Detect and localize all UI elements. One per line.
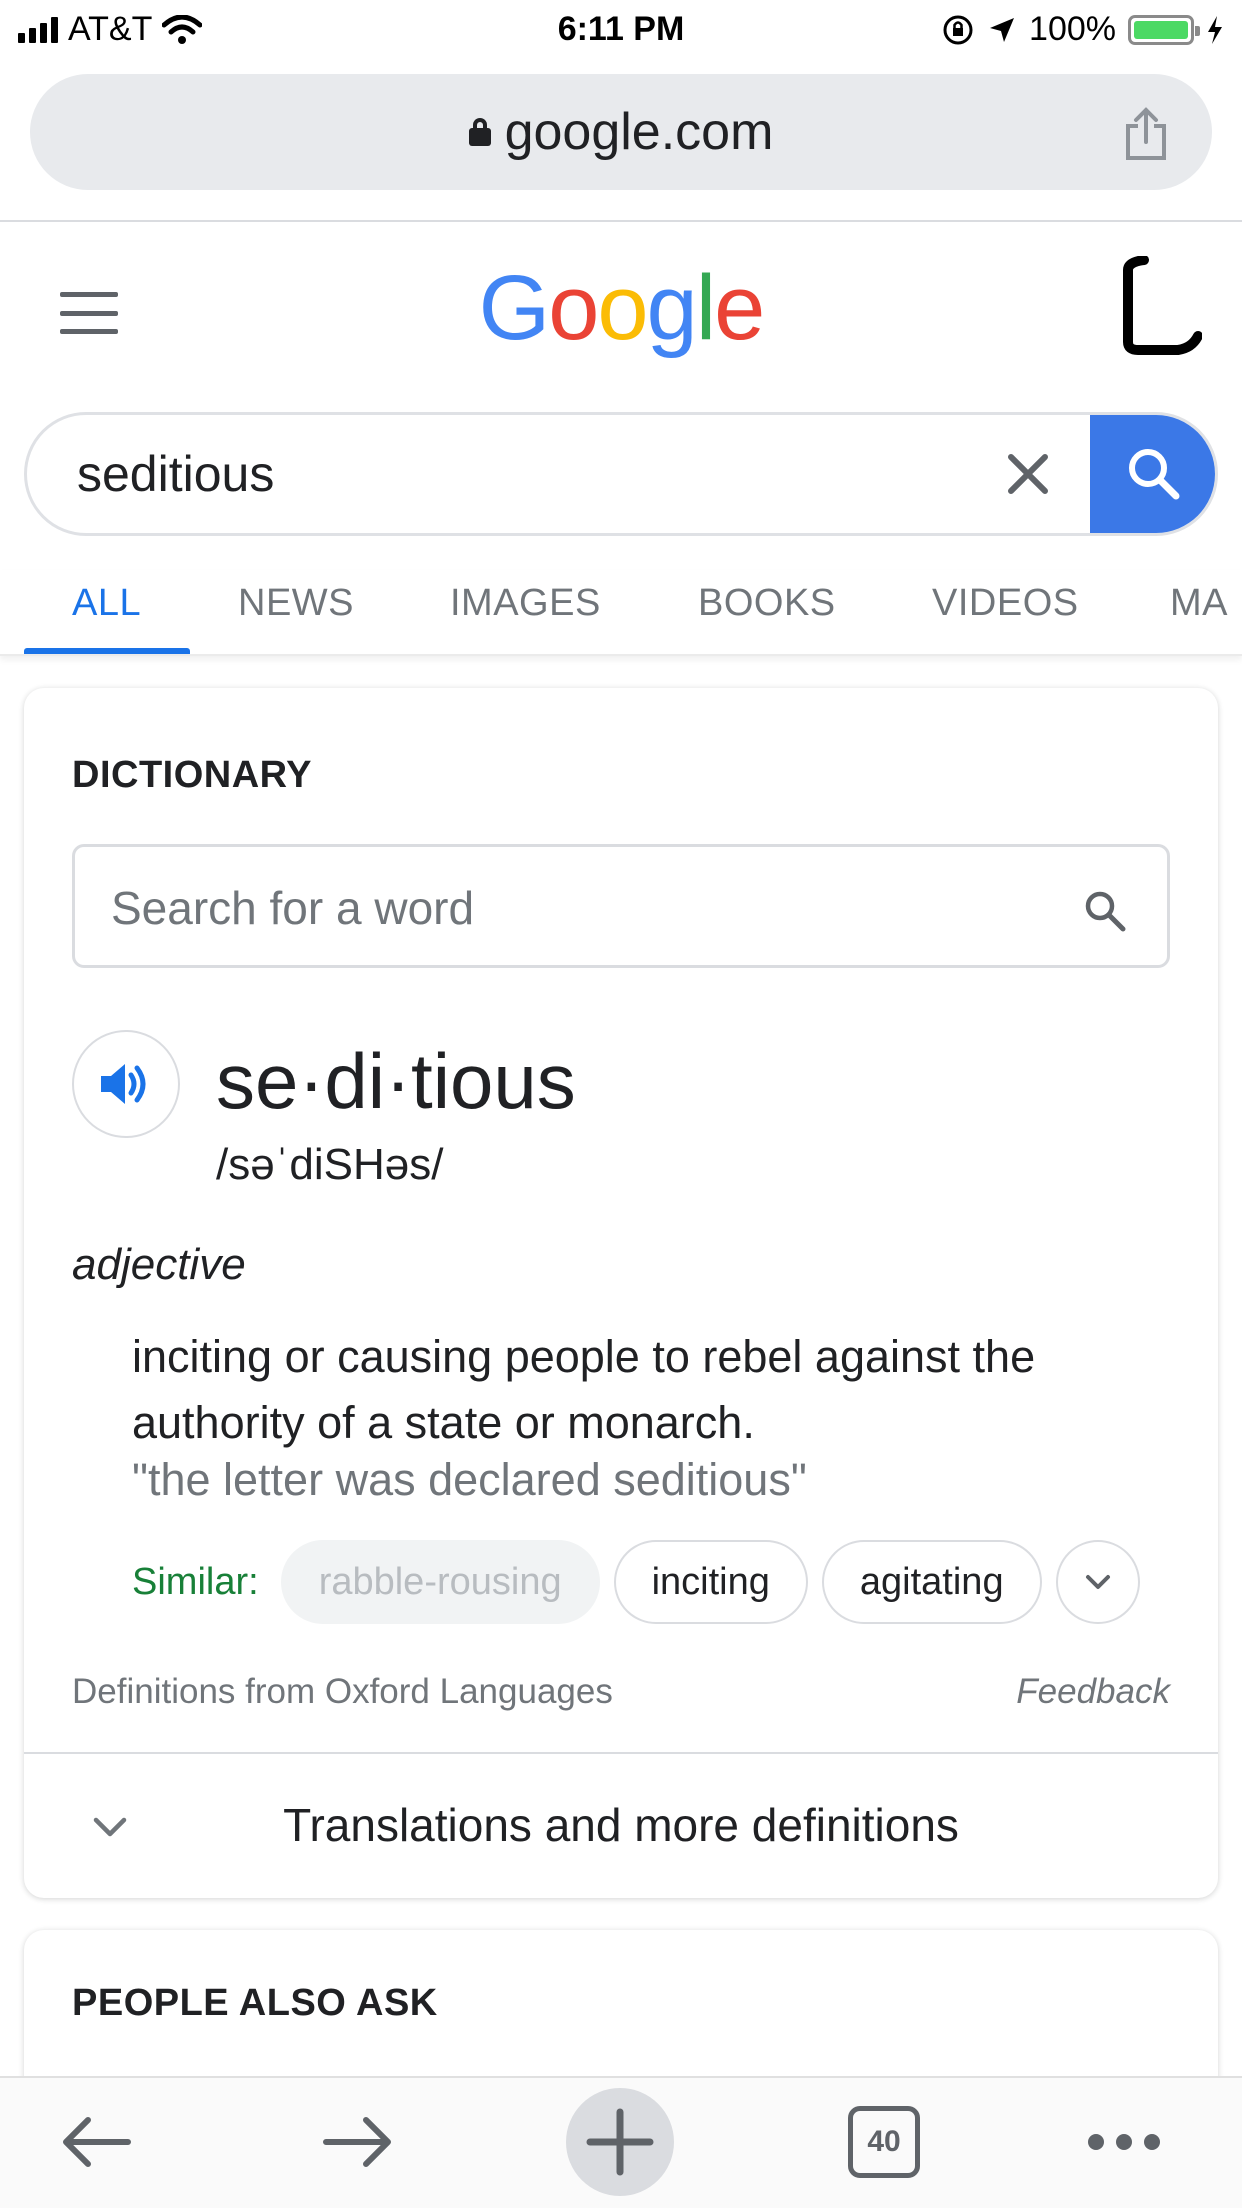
search-tabs: ALL NEWS IMAGES BOOKS VIDEOS MA bbox=[0, 570, 1242, 656]
tab-maps[interactable]: MA bbox=[1170, 582, 1228, 625]
similar-chip-rabble-rousing[interactable]: rabble-rousing bbox=[280, 1540, 600, 1624]
logo-letter-e: e bbox=[714, 257, 765, 359]
headword: se·di·tious bbox=[216, 1037, 576, 1125]
logo-letter-g: G bbox=[478, 257, 551, 359]
translations-label: Translations and more definitions bbox=[283, 1799, 959, 1851]
logo-letter-l: l bbox=[695, 257, 717, 359]
word-search-input[interactable]: Search for a word bbox=[72, 844, 1170, 968]
more-menu-icon bbox=[1088, 2134, 1160, 2150]
browser-address-area: google.com bbox=[0, 62, 1242, 222]
translations-expander[interactable]: Translations and more definitions bbox=[24, 1754, 1218, 1898]
battery-percent: 100% bbox=[1029, 10, 1116, 48]
search-button[interactable] bbox=[1090, 415, 1215, 533]
share-icon[interactable] bbox=[1120, 106, 1172, 162]
tab-news[interactable]: NEWS bbox=[238, 582, 354, 625]
tab-images[interactable]: IMAGES bbox=[450, 582, 601, 625]
browser-toolbar: 40 bbox=[0, 2076, 1242, 2208]
battery-icon bbox=[1128, 14, 1200, 45]
example-sentence: "the letter was declared seditious" bbox=[132, 1454, 807, 1505]
logo-letter-o1: o bbox=[548, 257, 599, 359]
tab-videos[interactable]: VIDEOS bbox=[932, 582, 1079, 625]
pronunciation-button[interactable] bbox=[72, 1030, 180, 1138]
word-search-placeholder: Search for a word bbox=[111, 882, 475, 934]
speaker-icon bbox=[101, 1064, 146, 1104]
back-arrow-icon bbox=[63, 2117, 131, 2167]
similar-chip-agitating[interactable]: agitating bbox=[821, 1540, 1042, 1624]
dictionary-heading: DICTIONARY bbox=[72, 754, 313, 796]
new-tab-button[interactable] bbox=[566, 2088, 674, 2196]
chevron-down-icon bbox=[1085, 1575, 1110, 1589]
tab-all[interactable]: ALL bbox=[72, 582, 141, 625]
back-button[interactable] bbox=[56, 2102, 136, 2182]
phonetic-spelling: /səˈdiSHəs/ bbox=[216, 1140, 444, 1189]
search-input[interactable]: seditious bbox=[77, 445, 274, 503]
forward-button[interactable] bbox=[318, 2102, 398, 2182]
search-box[interactable]: seditious bbox=[24, 412, 1218, 536]
orientation-lock-icon bbox=[943, 15, 973, 44]
feedback-link[interactable]: Feedback bbox=[1016, 1672, 1170, 1712]
more-menu-button[interactable] bbox=[1084, 2102, 1164, 2182]
url-text: google.com bbox=[504, 103, 774, 161]
similar-words-row: Similar: rabble-rousing inciting agitati… bbox=[132, 1538, 1140, 1626]
similar-chip-inciting[interactable]: inciting bbox=[613, 1540, 808, 1624]
people-also-ask-heading: PEOPLE ALSO ASK bbox=[72, 1982, 438, 2024]
more-similar-button[interactable] bbox=[1055, 1540, 1140, 1624]
search-icon[interactable] bbox=[1083, 889, 1127, 933]
part-of-speech: adjective bbox=[72, 1240, 246, 1289]
definitions-source: Definitions from Oxford Languages bbox=[72, 1672, 613, 1711]
logo-letter-g2: g bbox=[646, 257, 698, 359]
address-bar[interactable]: google.com bbox=[30, 74, 1212, 190]
tab-switcher-icon: 40 bbox=[848, 2106, 920, 2178]
search-icon bbox=[1129, 449, 1180, 500]
status-right: 100% bbox=[941, 10, 1224, 49]
google-header: Google bbox=[0, 222, 1242, 402]
google-logo[interactable]: Google bbox=[0, 256, 1242, 361]
tab-switcher-button[interactable]: 40 bbox=[844, 2102, 924, 2182]
location-arrow-icon bbox=[990, 17, 1015, 42]
battery-fill bbox=[1134, 20, 1188, 39]
definition-text: inciting or causing people to rebel agai… bbox=[132, 1331, 1036, 1448]
logo-letter-o2: o bbox=[597, 257, 648, 359]
new-tab-plus-icon bbox=[586, 2108, 654, 2176]
dictionary-card: DICTIONARY Search for a word se·di·tious… bbox=[24, 688, 1218, 1898]
forward-arrow-icon bbox=[323, 2117, 391, 2167]
lock-icon bbox=[468, 118, 491, 146]
charging-bolt-icon bbox=[1208, 15, 1222, 44]
similar-label: Similar: bbox=[132, 1560, 259, 1603]
clear-icon[interactable] bbox=[1003, 449, 1053, 499]
account-avatar[interactable] bbox=[1122, 256, 1202, 356]
status-bar: AT&T 6:11 PM 100% bbox=[0, 0, 1242, 62]
active-tab-indicator bbox=[24, 648, 190, 654]
tab-books[interactable]: BOOKS bbox=[698, 582, 836, 625]
